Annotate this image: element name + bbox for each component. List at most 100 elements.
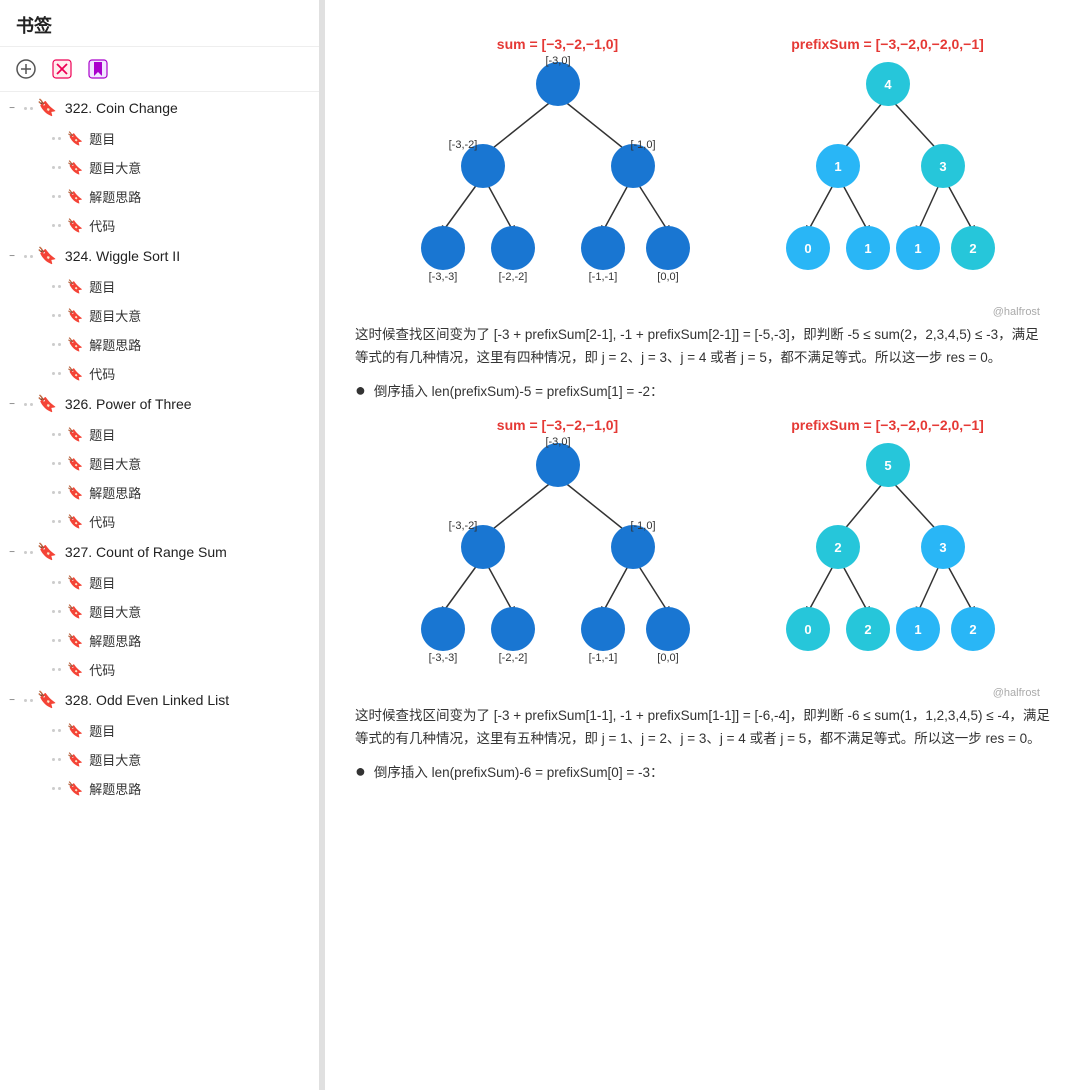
bullet-text-1: 倒序插入 len(prefixSum)-5 = prefixSum[1] = -… <box>374 380 664 400</box>
bookmark-icon-322: 🔖 <box>37 98 57 118</box>
main-content: sum = [−3,−2,−1,0] <box>325 0 1080 1090</box>
svg-text:0: 0 <box>804 241 811 256</box>
section-322: − 🔖 322. Coin Change 🔖 题目 🔖 题目大意 <box>0 92 319 240</box>
sub-item-328-2[interactable]: 🔖 解题思路 <box>0 774 319 803</box>
svg-text:[-1,-1]: [-1,-1] <box>588 271 617 283</box>
svg-text:1: 1 <box>864 241 871 256</box>
svg-text:3: 3 <box>939 159 946 174</box>
sub-item-324-3[interactable]: 🔖 代码 <box>0 359 319 388</box>
collapse-icon-326: − <box>4 396 20 412</box>
svg-text:2: 2 <box>969 241 976 256</box>
section-326-header[interactable]: − 🔖 326. Power of Three <box>0 388 319 420</box>
section-title-322: 322. Coin Change <box>65 100 178 116</box>
section-326-items: 🔖 题目 🔖 题目大意 🔖 解题思路 🔖 代码 <box>0 420 319 536</box>
sum-label-1: sum = [−3,−2,−1,0] <box>497 36 618 52</box>
collapse-icon-324: − <box>4 248 20 264</box>
collapse-icon-327: − <box>4 544 20 560</box>
svg-text:[-1,0]: [-1,0] <box>630 139 655 151</box>
svg-text:[0,0]: [0,0] <box>657 271 678 283</box>
sub-item-326-3[interactable]: 🔖 代码 <box>0 507 319 536</box>
bullet-dot-2: ● <box>355 761 366 783</box>
section-322-items: 🔖 题目 🔖 题目大意 🔖 解题思路 🔖 代码 <box>0 124 319 240</box>
sub-item-322-0[interactable]: 🔖 题目 <box>0 124 319 153</box>
section-327-items: 🔖 题目 🔖 题目大意 🔖 解题思路 🔖 代码 <box>0 568 319 684</box>
right-tree-2: prefixSum = [−3,−2,0,−2,0,−1] <box>773 417 1003 677</box>
svg-text:4: 4 <box>884 77 892 92</box>
sub-item-327-1[interactable]: 🔖 题目大意 <box>0 597 319 626</box>
section-title-324: 324. Wiggle Sort II <box>65 248 180 264</box>
svg-text:[-2,-2]: [-2,-2] <box>498 271 527 283</box>
diagram-section-2: sum = [−3,−2,−1,0] <box>355 417 1050 677</box>
bullet-item-2: ● 倒序插入 len(prefixSum)-6 = prefixSum[0] =… <box>355 761 1050 783</box>
collapse-icon-322: − <box>4 100 20 116</box>
svg-text:[-3,-2]: [-3,-2] <box>448 520 477 532</box>
sum-label-2: sum = [−3,−2,−1,0] <box>497 417 618 433</box>
collapse-icon-328: − <box>4 692 20 708</box>
section-322-header[interactable]: − 🔖 322. Coin Change <box>0 92 319 124</box>
svg-text:[-1,0]: [-1,0] <box>630 520 655 532</box>
section-title-328: 328. Odd Even Linked List <box>65 692 229 708</box>
text-block-1: 这时候查找区间变为了 [-3 + prefixSum[2-1], -1 + pr… <box>355 324 1050 370</box>
watermark-1: @halfrost <box>355 306 1050 318</box>
sub-item-326-2[interactable]: 🔖 解题思路 <box>0 478 319 507</box>
delete-bookmark-button[interactable] <box>48 55 76 83</box>
bullet-item-1: ● 倒序插入 len(prefixSum)-5 = prefixSum[1] =… <box>355 380 1050 402</box>
sub-item-324-2[interactable]: 🔖 解题思路 <box>0 330 319 359</box>
add-bookmark-button[interactable] <box>12 55 40 83</box>
bookmark-icon-328: 🔖 <box>37 690 57 710</box>
svg-text:2: 2 <box>864 622 871 637</box>
bookmark-icon-324: 🔖 <box>37 246 57 266</box>
section-324-items: 🔖 题目 🔖 题目大意 🔖 解题思路 🔖 代码 <box>0 272 319 388</box>
section-328: − 🔖 328. Odd Even Linked List 🔖 题目 🔖 题目大… <box>0 684 319 803</box>
svg-text:[-3,-3]: [-3,-3] <box>428 652 457 664</box>
sidebar-content: − 🔖 322. Coin Change 🔖 题目 🔖 题目大意 <box>0 92 319 1090</box>
sub-item-327-3[interactable]: 🔖 代码 <box>0 655 319 684</box>
svg-text:[-1,-1]: [-1,-1] <box>588 652 617 664</box>
sub-item-327-2[interactable]: 🔖 解题思路 <box>0 626 319 655</box>
svg-text:1: 1 <box>914 622 921 637</box>
sub-item-328-0[interactable]: 🔖 题目 <box>0 716 319 745</box>
svg-text:1: 1 <box>914 241 921 256</box>
sidebar-toolbar <box>0 47 319 92</box>
svg-text:5: 5 <box>884 458 891 473</box>
prefix-label-1: prefixSum = [−3,−2,0,−2,0,−1] <box>791 36 984 52</box>
diagram-row-1: sum = [−3,−2,−1,0] <box>355 36 1050 296</box>
bookmark-icon-326: 🔖 <box>37 394 57 414</box>
svg-text:0: 0 <box>804 622 811 637</box>
sub-item-322-2[interactable]: 🔖 解题思路 <box>0 182 319 211</box>
prefix-label-2: prefixSum = [−3,−2,0,−2,0,−1] <box>791 417 984 433</box>
section-title-327: 327. Count of Range Sum <box>65 544 227 560</box>
sub-item-322-3[interactable]: 🔖 代码 <box>0 211 319 240</box>
sub-item-324-0[interactable]: 🔖 题目 <box>0 272 319 301</box>
bullet-text-2: 倒序插入 len(prefixSum)-6 = prefixSum[0] = -… <box>374 761 664 781</box>
sub-item-322-1[interactable]: 🔖 题目大意 <box>0 153 319 182</box>
bookmark-icon-327: 🔖 <box>37 542 57 562</box>
sidebar-title: 书签 <box>0 0 319 47</box>
sidebar: 书签 − 🔖 322. Coin Change 🔖 题目 <box>0 0 320 1090</box>
svg-text:3: 3 <box>939 540 946 555</box>
sub-item-326-1[interactable]: 🔖 题目大意 <box>0 449 319 478</box>
section-title-326: 326. Power of Three <box>65 396 192 412</box>
diagram-section-1: sum = [−3,−2,−1,0] <box>355 36 1050 296</box>
section-326: − 🔖 326. Power of Three 🔖 题目 🔖 题目大意 <box>0 388 319 536</box>
svg-text:[0,0]: [0,0] <box>657 652 678 664</box>
sub-item-327-0[interactable]: 🔖 题目 <box>0 568 319 597</box>
watermark-2: @halfrost <box>355 687 1050 699</box>
section-327-header[interactable]: − 🔖 327. Count of Range Sum <box>0 536 319 568</box>
sub-item-324-1[interactable]: 🔖 题目大意 <box>0 301 319 330</box>
bullet-dot-1: ● <box>355 380 366 402</box>
sub-item-328-1[interactable]: 🔖 题目大意 <box>0 745 319 774</box>
svg-text:2: 2 <box>834 540 841 555</box>
manage-bookmark-button[interactable] <box>84 55 112 83</box>
svg-text:[-3,-3]: [-3,-3] <box>428 271 457 283</box>
section-324: − 🔖 324. Wiggle Sort II 🔖 题目 🔖 题目大意 <box>0 240 319 388</box>
text-block-2: 这时候查找区间变为了 [-3 + prefixSum[1-1], -1 + pr… <box>355 705 1050 751</box>
svg-text:[-3,0]: [-3,0] <box>545 55 570 67</box>
section-324-header[interactable]: − 🔖 324. Wiggle Sort II <box>0 240 319 272</box>
right-tree-1: prefixSum = [−3,−2,0,−2,0,−1] <box>773 36 1003 296</box>
section-328-header[interactable]: − 🔖 328. Odd Even Linked List <box>0 684 319 716</box>
svg-text:2: 2 <box>969 622 976 637</box>
sub-item-326-0[interactable]: 🔖 题目 <box>0 420 319 449</box>
svg-text:[-2,-2]: [-2,-2] <box>498 652 527 664</box>
left-tree-2: sum = [−3,−2,−1,0] <box>403 417 713 677</box>
